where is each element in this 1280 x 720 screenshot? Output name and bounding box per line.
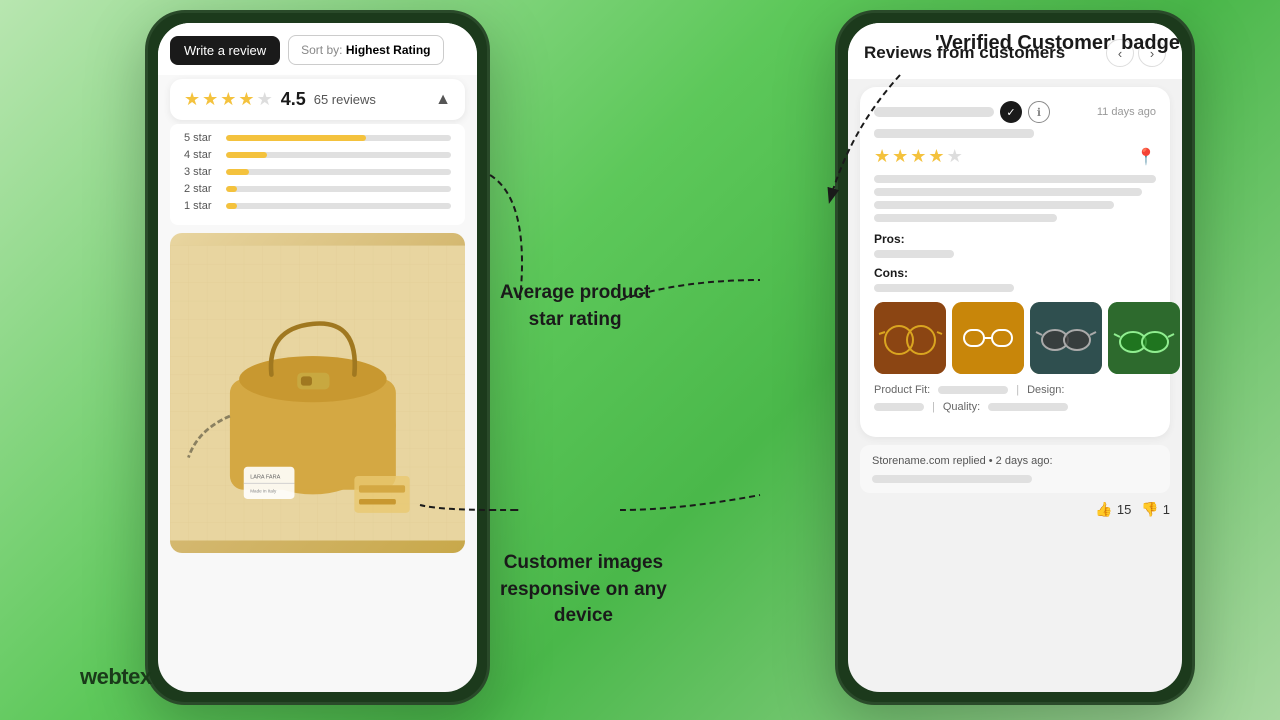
review-stars-row: ★ ★ ★ ★ ★ 📍 (874, 146, 1156, 167)
info-icon[interactable]: ℹ (1028, 101, 1050, 123)
reviewer-name-placeholder (874, 107, 994, 117)
bar-track-5 (226, 135, 451, 141)
thumbs-down-count: 1 (1163, 502, 1170, 517)
right-phone: Reviews from customers ‹ › ✓ ℹ 11 days a… (835, 10, 1195, 705)
bar-fill-4 (226, 152, 267, 158)
thumbs-up-icon: 👍 (1095, 501, 1112, 518)
thumbs-up-count: 15 (1117, 502, 1131, 517)
review-image-3[interactable] (1030, 302, 1102, 374)
product-image-area: LARA FARA Made in Italy (170, 233, 465, 553)
location-icon: 📍 (1136, 147, 1156, 167)
review-image-2[interactable] (952, 302, 1024, 374)
svg-text:Made in Italy: Made in Italy (250, 489, 277, 494)
left-phone: Write a review Sort by: Highest Rating ★… (145, 10, 490, 705)
review-card: ✓ ℹ 11 days ago ★ ★ ★ ★ ★ 📍 (860, 87, 1170, 437)
review-text-lines (874, 175, 1156, 222)
text-line-4 (874, 214, 1057, 222)
pros-label: Pros: (874, 232, 1156, 246)
thumbs-up-button[interactable]: 👍 15 (1095, 501, 1131, 518)
design-label: Design: (1027, 384, 1064, 396)
text-line-3 (874, 201, 1114, 209)
review-star-2: ★ (892, 146, 908, 167)
rating-number: 4.5 (281, 89, 306, 110)
write-review-button[interactable]: Write a review (170, 36, 280, 65)
cons-value-placeholder (874, 284, 1014, 292)
attributes-section: Product Fit: | Design: | Quality: (874, 384, 1156, 413)
reviewer-info-row: ✓ ℹ 11 days ago (874, 101, 1156, 123)
review-date: 11 days ago (1097, 106, 1156, 118)
bar-track-4 (226, 152, 451, 158)
star-bar-row-5: 5 star (184, 132, 451, 144)
webtex-logo: webtex (80, 664, 152, 690)
star-bars-section: 5 star 4 star 3 star 2 star (170, 124, 465, 225)
bar-fill-5 (226, 135, 366, 141)
star-label-2: 2 star (184, 183, 220, 195)
product-fit-row: Product Fit: | Design: (874, 384, 1156, 396)
store-reply-text: Storename.com replied • 2 days ago: (872, 455, 1158, 467)
verified-checkmark-icon: ✓ (1000, 101, 1022, 123)
quality-row: | Quality: (874, 401, 1156, 413)
bar-fill-1 (226, 203, 237, 209)
review-star-1: ★ (874, 146, 890, 167)
pros-value-placeholder (874, 250, 954, 258)
quality-label: Quality: (943, 401, 980, 413)
reviews-count: 65 reviews (314, 92, 376, 107)
bar-fill-2 (226, 186, 237, 192)
thumbs-down-button[interactable]: 👎 1 (1141, 501, 1170, 518)
text-line-1 (874, 175, 1156, 183)
star-bar-row-3: 3 star (184, 166, 451, 178)
customer-images-annotation: Customer imagesresponsive on anydevice (500, 550, 667, 630)
pros-section: Pros: Cons: (874, 232, 1156, 292)
sort-value: Highest Rating (346, 43, 431, 57)
product-fit-label: Product Fit: (874, 384, 930, 396)
review-image-1[interactable] (874, 302, 946, 374)
review-star-5: ★ (947, 146, 963, 167)
bag-image: LARA FARA Made in Italy (170, 233, 465, 553)
star-label-3: 3 star (184, 166, 220, 178)
star-5-half: ★ (257, 89, 273, 110)
quality-bar (988, 403, 1068, 411)
verified-badge-annotation: 'Verified Customer' badge (935, 30, 1180, 56)
star-label-1: 1 star (184, 200, 220, 212)
bar-fill-3 (226, 169, 249, 175)
review-title-placeholder (874, 129, 1034, 138)
star-bar-row-2: 2 star (184, 183, 451, 195)
rating-summary: ★ ★ ★ ★ ★ 4.5 65 reviews ▲ (170, 79, 465, 120)
store-reply-content-placeholder (872, 475, 1032, 483)
bar-track-2 (226, 186, 451, 192)
stars-row: ★ ★ ★ ★ ★ (184, 89, 273, 110)
star-label-5: 5 star (184, 132, 220, 144)
review-star-4: ★ (928, 146, 944, 167)
review-star-3: ★ (910, 146, 926, 167)
product-fit-bar (938, 386, 1008, 394)
star-1: ★ (184, 89, 200, 110)
svg-text:LARA FARA: LARA FARA (250, 475, 280, 481)
helpful-row: 👍 15 👎 1 (848, 501, 1182, 526)
store-reply-section: Storename.com replied • 2 days ago: (860, 445, 1170, 493)
star-3: ★ (220, 89, 236, 110)
star-bar-row-4: 4 star (184, 149, 451, 161)
review-stars: ★ ★ ★ ★ ★ (874, 146, 963, 167)
text-line-2 (874, 188, 1142, 196)
bar-track-3 (226, 169, 451, 175)
star-bar-row-1: 1 star (184, 200, 451, 212)
star-4: ★ (238, 89, 254, 110)
star-label-4: 4 star (184, 149, 220, 161)
design-bar (874, 403, 924, 411)
thumbs-down-icon: 👎 (1141, 501, 1158, 518)
review-images (874, 302, 1156, 374)
bar-track-1 (226, 203, 451, 209)
left-top-bar: Write a review Sort by: Highest Rating (158, 23, 477, 75)
avg-rating-annotation: Average productstar rating (500, 280, 650, 333)
review-image-4[interactable] (1108, 302, 1180, 374)
chevron-up-icon[interactable]: ▲ (435, 91, 451, 109)
sort-by-label: Sort by: (301, 43, 342, 57)
star-2: ★ (202, 89, 218, 110)
sort-button[interactable]: Sort by: Highest Rating (288, 35, 443, 65)
cons-label: Cons: (874, 266, 1156, 280)
